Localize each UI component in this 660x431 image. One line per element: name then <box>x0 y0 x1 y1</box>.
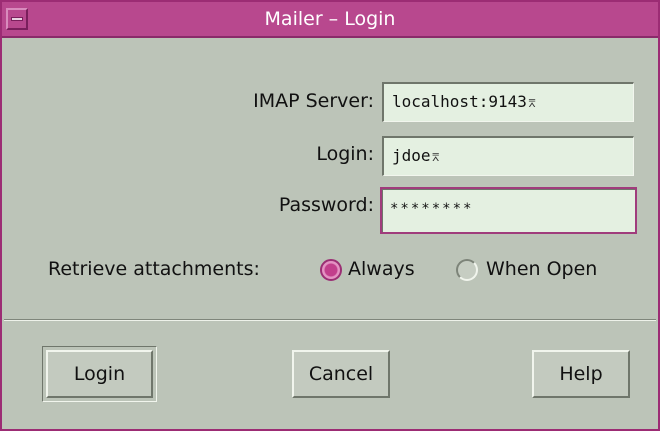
always-radio-label[interactable]: Always <box>348 258 415 280</box>
window-title: Mailer – Login <box>264 8 396 30</box>
text-cursor-icon: ⌆ <box>527 95 537 111</box>
login-label: Login: <box>316 143 374 165</box>
login-input[interactable]: jdoe⌆ <box>382 136 634 176</box>
cancel-button[interactable]: Cancel <box>292 350 390 398</box>
text-cursor-icon: ⌆ <box>431 149 440 165</box>
login-value: jdoe <box>392 146 431 165</box>
password-input[interactable]: ******** <box>380 187 637 234</box>
password-value: ******** <box>390 201 474 217</box>
when-open-radio[interactable] <box>456 259 478 281</box>
help-button[interactable]: Help <box>532 350 630 398</box>
password-label: Password: <box>278 194 374 216</box>
login-button[interactable]: Login <box>46 350 153 398</box>
login-dialog: Mailer – Login IMAP Server: localhost:91… <box>0 0 660 431</box>
imap-server-label: IMAP Server: <box>253 90 374 112</box>
always-radio[interactable] <box>320 259 342 281</box>
separator-highlight <box>4 320 656 321</box>
when-open-radio-label[interactable]: When Open <box>486 258 597 280</box>
attachments-label: Retrieve attachments: <box>48 258 260 280</box>
title-bar[interactable]: Mailer – Login <box>2 2 658 38</box>
imap-server-value: localhost:9143 <box>392 92 527 111</box>
imap-server-input[interactable]: localhost:9143⌆ <box>382 82 634 122</box>
